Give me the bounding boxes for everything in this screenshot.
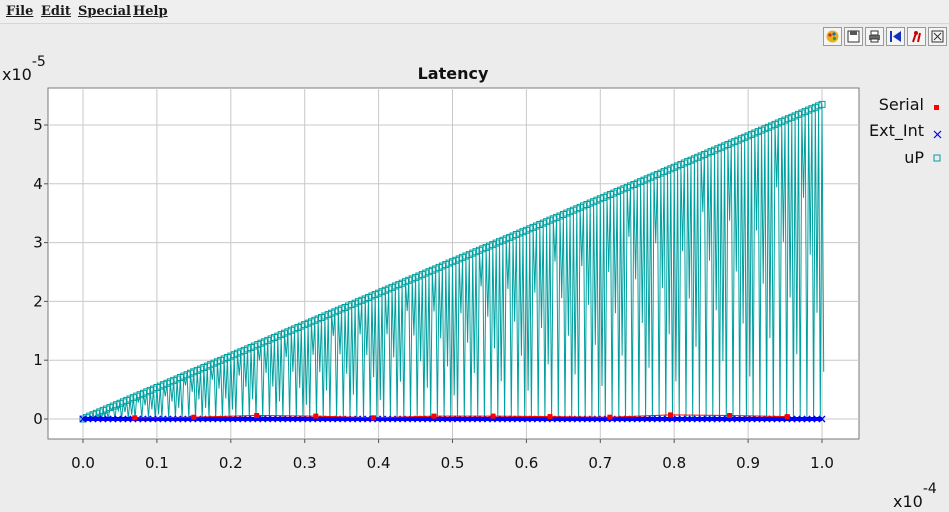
serial-point	[727, 413, 733, 418]
serial-point	[490, 413, 496, 419]
legend-ext-int-marker	[933, 130, 942, 139]
serial-point	[668, 412, 673, 418]
chart-title: Latency	[418, 64, 489, 83]
x-exponent-label: x10-4	[893, 481, 937, 511]
x-tick-label: 0.0	[71, 454, 95, 472]
x-tick-label: 0.9	[736, 454, 760, 472]
serial-point	[313, 413, 319, 419]
serial-point	[191, 414, 197, 420]
serial-point	[607, 414, 613, 420]
y-tick-label: 2	[33, 292, 43, 310]
legend-up-label: uP	[904, 148, 924, 167]
y-exponent-label: x10-5	[2, 54, 46, 84]
x-tick-label: 0.1	[145, 454, 169, 472]
legend-serial-marker	[934, 105, 939, 110]
legend-ext-int-label: Ext_Int	[869, 121, 924, 141]
y-tick-label: 3	[33, 234, 43, 252]
serial-point	[784, 414, 790, 420]
x-tick-label: 0.8	[662, 454, 686, 472]
y-tick-label: 4	[33, 175, 43, 193]
y-tick-label: 1	[33, 351, 43, 369]
legend-serial-label: Serial	[879, 95, 924, 114]
serial-point	[254, 413, 260, 418]
y-tick-label: 0	[33, 410, 43, 428]
x-axis: 0.0 0.1 0.2 0.3 0.4 0.5 0.6 0.7 0.8 0.9 1.0	[71, 439, 834, 472]
legend: Serial Ext_Int uP	[869, 95, 942, 167]
serial-point	[547, 414, 553, 420]
x-tick-label: 0.7	[588, 454, 612, 472]
latency-chart: Latency x10-5 x10-4 0.0 0.1 0.2 0.3 0.4 0.5 0.…	[2, 54, 942, 511]
serial-point	[431, 413, 437, 419]
y-axis: 0 1 2 3 4 5	[33, 116, 48, 428]
serial-point	[370, 415, 376, 421]
serial-point	[132, 415, 138, 421]
y-tick-label: 5	[33, 116, 43, 134]
x-tick-label: 0.4	[367, 454, 391, 472]
x-tick-label: 0.6	[514, 454, 538, 472]
x-tick-label: 1.0	[810, 454, 834, 472]
legend-up-marker	[933, 154, 941, 162]
x-tick-label: 0.2	[219, 454, 243, 472]
x-tick-label: 0.3	[293, 454, 317, 472]
x-tick-label: 0.5	[441, 454, 465, 472]
